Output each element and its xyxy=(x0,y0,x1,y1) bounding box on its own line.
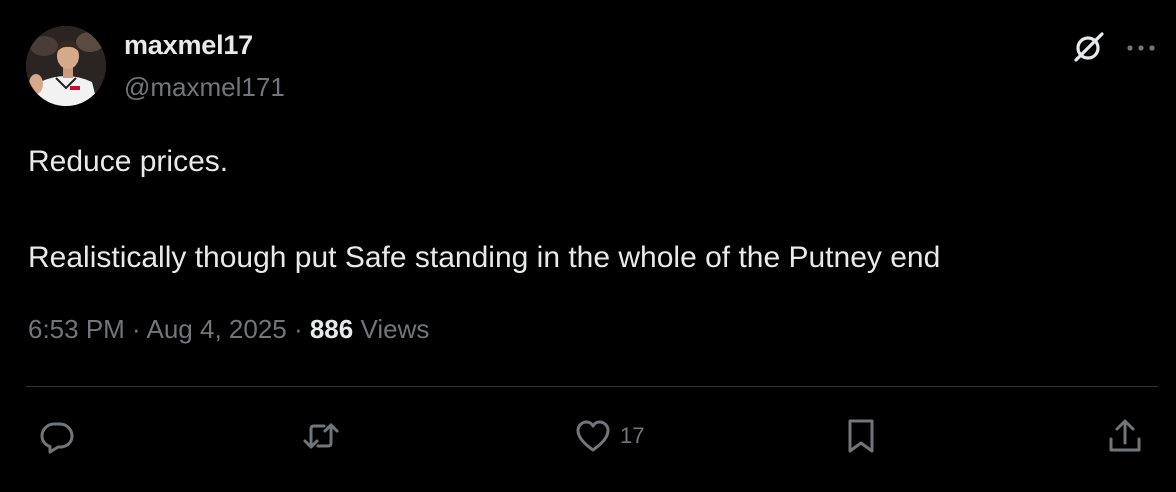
tweet-paragraph: Reduce prices. xyxy=(28,145,229,178)
share-icon xyxy=(1109,419,1141,452)
tweet-date[interactable]: Aug 4, 2025 xyxy=(147,314,287,344)
retweet-button[interactable] xyxy=(302,414,348,458)
tweet-text: Reduce prices. Realistically though put … xyxy=(28,138,1148,282)
avatar-photo-icon xyxy=(26,26,106,106)
display-name[interactable]: maxmel17 xyxy=(124,30,253,61)
like-count: 17 xyxy=(620,423,645,448)
tweet-meta: 6:53 PM · Aug 4, 2025 · 886 Views xyxy=(28,314,429,345)
retweet-icon xyxy=(303,423,339,449)
tweet-paragraph: Realistically though put Safe standing i… xyxy=(28,241,941,274)
bookmark-icon xyxy=(848,419,874,453)
tweet-card: maxmel17 @maxmel171 Reduce prices. Reali… xyxy=(0,0,1176,492)
divider xyxy=(26,386,1158,387)
views-count[interactable]: 886 xyxy=(310,314,353,344)
heart-icon xyxy=(576,420,610,452)
reply-icon xyxy=(40,422,74,454)
reply-button[interactable] xyxy=(38,414,84,458)
meta-separator: · xyxy=(124,314,147,344)
avatar[interactable] xyxy=(26,26,106,106)
tweet-time[interactable]: 6:53 PM xyxy=(28,314,125,344)
views-label: Views xyxy=(353,314,430,344)
meta-separator: · xyxy=(286,314,310,344)
user-handle[interactable]: @maxmel171 xyxy=(124,72,285,103)
like-button[interactable]: 17 xyxy=(574,414,644,458)
more-icon[interactable] xyxy=(1124,36,1158,60)
share-button[interactable] xyxy=(1106,414,1144,458)
grok-icon[interactable] xyxy=(1068,28,1108,68)
bookmark-button[interactable] xyxy=(842,414,888,458)
